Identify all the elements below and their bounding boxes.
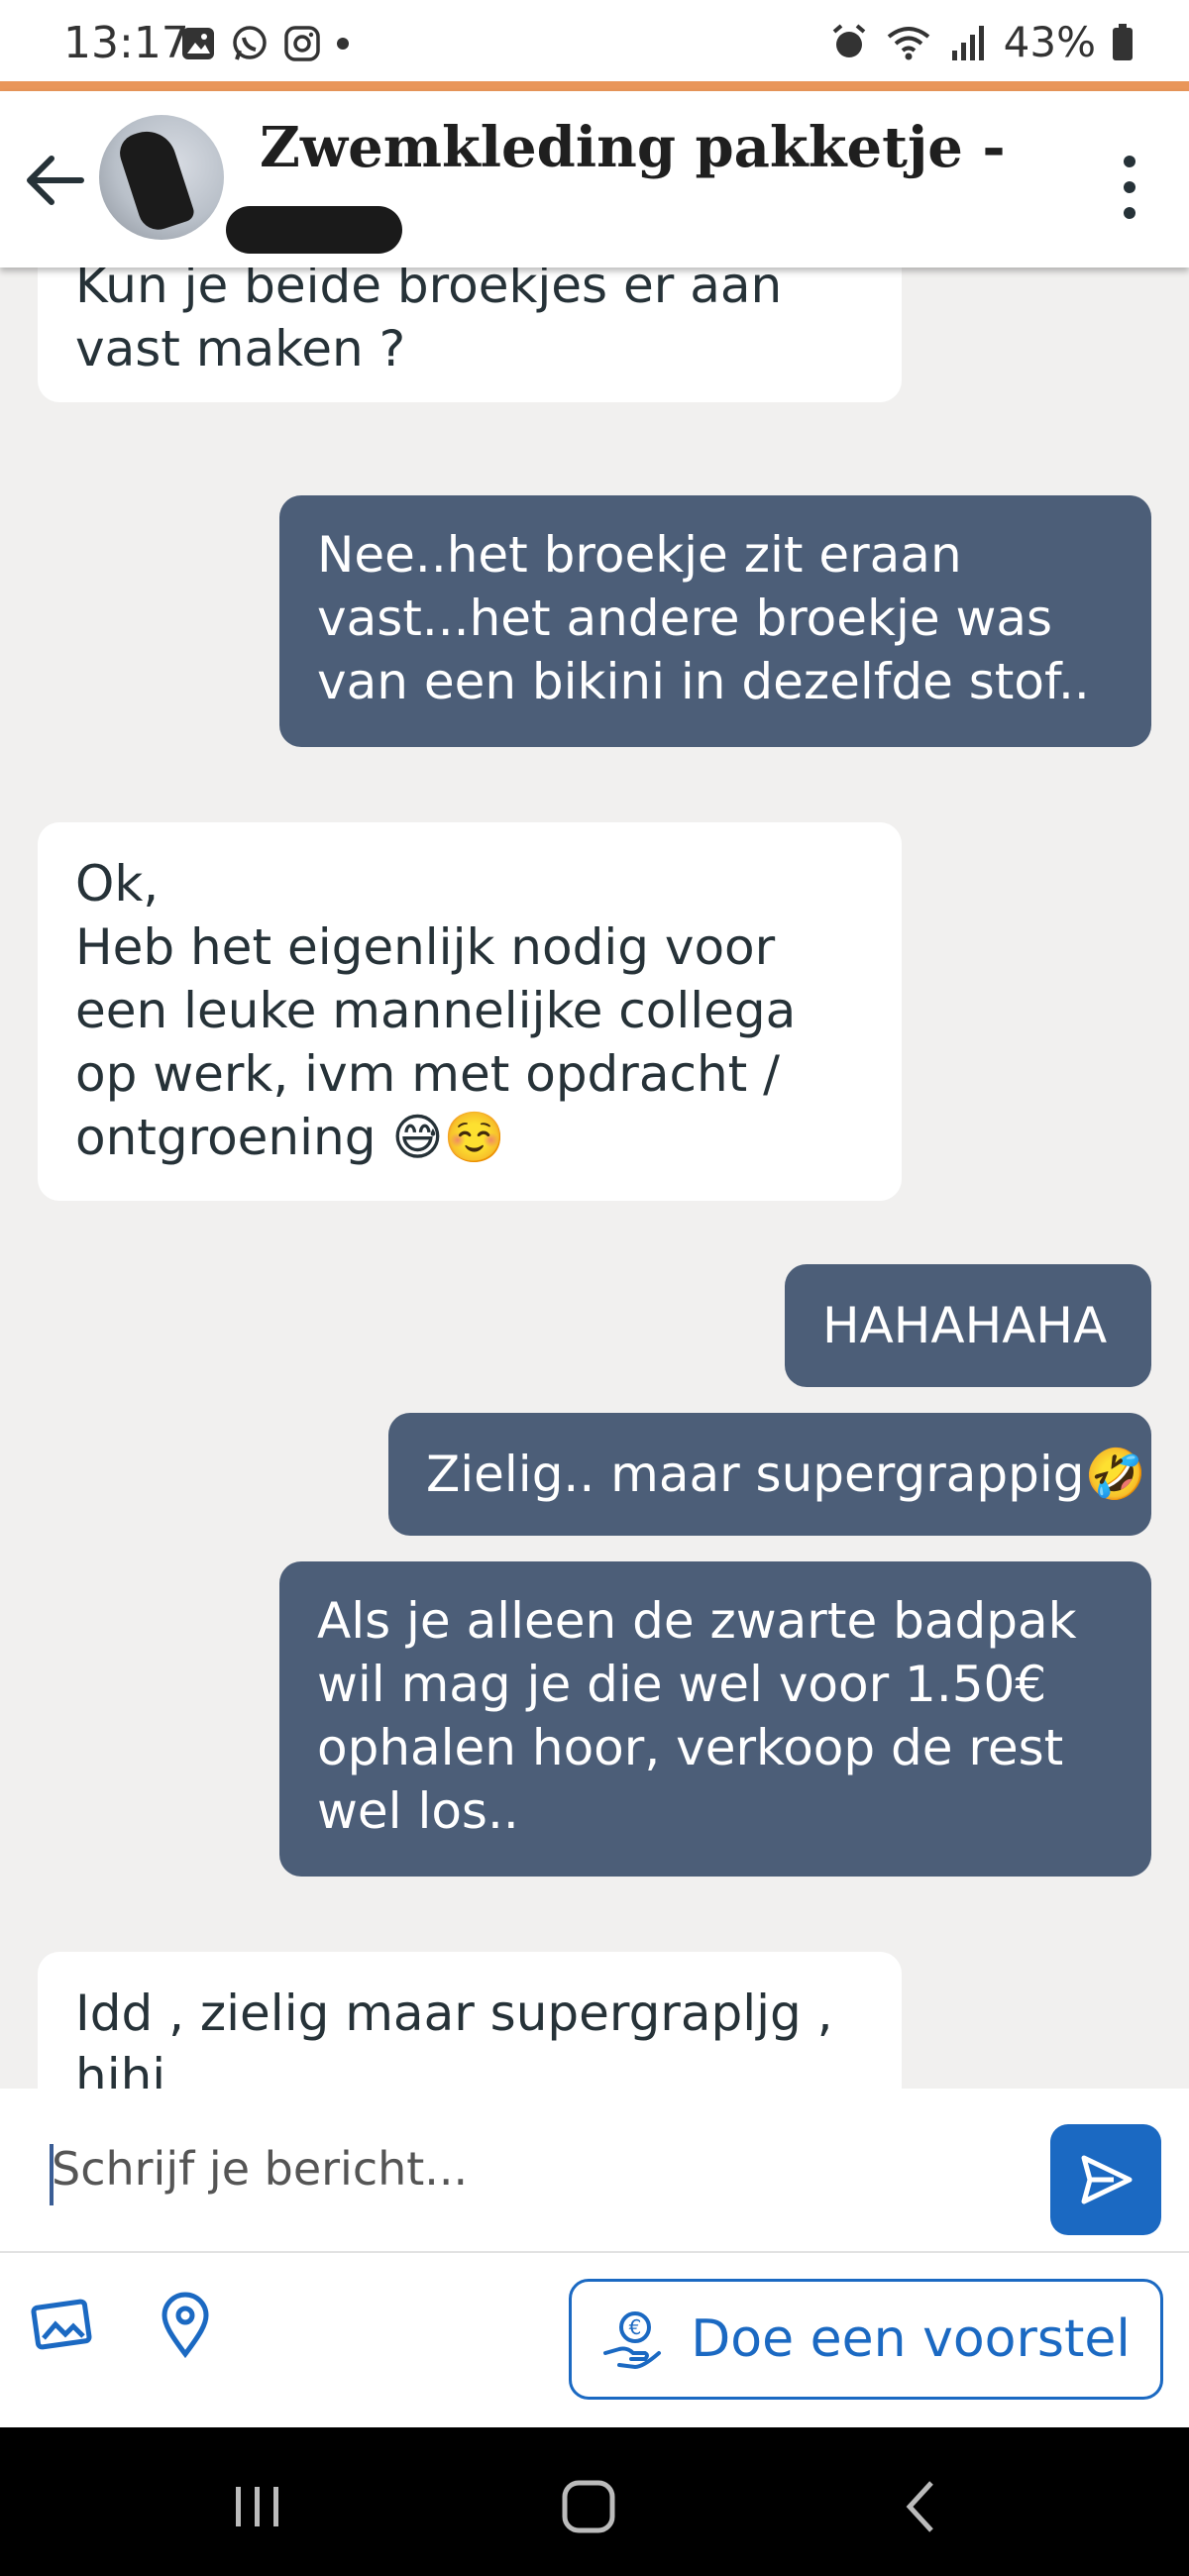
avatar[interactable] — [99, 115, 224, 240]
message-outgoing: Als je alleen de zwarte badpak wil mag j… — [279, 1561, 1151, 1877]
message-incoming: Idd , zielig maar supergrapljg , hihi — [38, 1952, 902, 2089]
whatsapp-icon — [233, 26, 267, 60]
chat-header: Zwemkleding pakketje - €... — [0, 91, 1189, 268]
more-notifications-icon — [337, 38, 349, 50]
message-outgoing: Zielig.. maar supergrappig🤣 — [388, 1413, 1151, 1536]
make-offer-button[interactable]: € Doe een voorstel — [569, 2279, 1163, 2400]
system-navigation-bar — [0, 2427, 1189, 2576]
gallery-icon — [182, 28, 214, 59]
status-right: 43% — [829, 18, 1134, 66]
message-input[interactable]: Schrijf je bericht... — [52, 2142, 468, 2196]
message-outgoing: HAHAHAHA — [785, 1264, 1151, 1387]
battery-percent: 43% — [1003, 18, 1096, 66]
message-outgoing: Nee..het broekje zit eraan vast...het an… — [279, 495, 1151, 747]
alarm-icon — [832, 23, 865, 57]
kebab-menu-icon[interactable] — [1110, 153, 1149, 222]
photo-gallery-icon[interactable] — [30, 2291, 99, 2360]
home-icon[interactable] — [559, 2477, 618, 2536]
battery-icon — [1113, 23, 1133, 60]
signal-icon — [951, 25, 984, 60]
make-offer-label: Doe een voorstel — [691, 2309, 1131, 2369]
message-composer: Schrijf je bericht... — [0, 2089, 1189, 2253]
wifi-icon — [887, 26, 929, 59]
location-pin-icon[interactable] — [151, 2291, 220, 2360]
redacted-username — [226, 206, 402, 254]
page-title: Zwemkleding pakketje - €... — [260, 115, 1013, 180]
status-bar: 13:17 43% — [0, 0, 1189, 85]
message-incoming: Ok, Heb het eigenlijk nodig voor een leu… — [38, 822, 902, 1201]
message-incoming: Kun je beide broekjes er aan vast maken … — [38, 268, 902, 402]
system-back-icon[interactable] — [892, 2477, 951, 2536]
status-divider — [0, 81, 1189, 91]
offer-hand-euro-icon: € — [603, 2311, 662, 2370]
instagram-icon — [284, 26, 320, 61]
status-time: 13:17 — [63, 18, 189, 68]
arrow-left-icon[interactable] — [20, 151, 89, 210]
send-button[interactable] — [1050, 2124, 1161, 2235]
notification-icons — [180, 22, 351, 65]
svg-text:€: € — [629, 2315, 642, 2339]
send-icon — [1081, 2155, 1133, 2204]
recent-apps-icon[interactable] — [228, 2477, 287, 2536]
chat-toolbar: € Doe een voorstel — [0, 2253, 1189, 2427]
message-list[interactable]: Kun je beide broekjes er aan vast maken … — [0, 268, 1189, 2089]
